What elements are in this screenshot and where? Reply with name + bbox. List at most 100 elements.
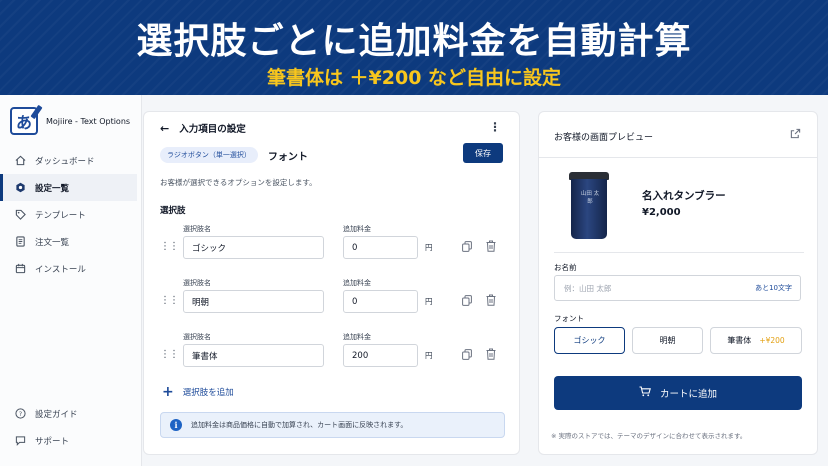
tag-icon — [14, 209, 26, 221]
product-image: 山田 太郎 — [569, 172, 609, 240]
info-banner: i 追加料金は商品価格に自動で加算され、カート画面に反映されます。 — [160, 412, 505, 438]
drag-handle-icon[interactable]: ⋮⋮ — [160, 296, 179, 306]
price-label: 追加料金 — [343, 279, 371, 287]
tumbler-body — [571, 179, 607, 239]
font-option-brush[interactable]: 筆書体 +¥200 — [710, 327, 802, 354]
sidebar-item-label: 設定ガイド — [35, 409, 78, 420]
engraving-text: 山田 太郎 — [580, 191, 600, 205]
options-section-label: 選択肢 — [160, 206, 186, 216]
gear-icon — [14, 182, 26, 194]
sidebar-item-label: インストール — [35, 264, 86, 275]
add-to-cart-label: カートに追加 — [659, 389, 717, 400]
trash-icon[interactable] — [486, 240, 496, 252]
sidebar-bottom-nav: ? 設定ガイド サポート — [0, 400, 137, 454]
help-icon: ? — [14, 408, 26, 420]
currency-unit: 円 — [425, 243, 433, 252]
sidebar-item-label: 設定一覧 — [35, 183, 70, 194]
sidebar-item-label: テンプレート — [35, 210, 86, 221]
save-button[interactable]: 保存 — [463, 143, 503, 163]
price-input[interactable]: 0 — [343, 290, 418, 313]
app-logo: あ — [10, 104, 43, 135]
calendar-icon — [14, 263, 26, 275]
name-field-label: お名前 — [554, 263, 577, 272]
pen-icon — [30, 104, 43, 120]
font-option-label: 明朝 — [659, 336, 676, 345]
brand[interactable]: あ Mojiire - Text Options — [10, 104, 131, 135]
name-input[interactable]: 例：山田 太郎 あと10文字 — [554, 275, 801, 301]
info-icon: i — [170, 419, 182, 431]
copy-icon[interactable] — [462, 295, 472, 306]
option-row: ⋮⋮ 選択肢名 追加料金 明朝 0 円 — [160, 278, 510, 326]
option-row: ⋮⋮ 選択肢名 追加料金 ゴシック 0 円 — [160, 224, 510, 272]
price-input[interactable]: 200 — [343, 344, 418, 367]
char-counter: あと10文字 — [755, 284, 792, 292]
app-name: Mojiire - Text Options — [46, 116, 131, 126]
external-link-icon[interactable] — [790, 128, 801, 139]
preview-title: お客様の画面プレビュー — [554, 133, 654, 143]
editor-description: お客様が選択できるオプションを設定します。 — [160, 178, 317, 187]
cart-icon — [639, 386, 651, 400]
font-field-label: フォント — [554, 314, 584, 323]
sidebar-item-install[interactable]: インストール — [0, 255, 137, 282]
sidebar-item-label: サポート — [35, 436, 70, 447]
surcharge-label: +¥200 — [759, 336, 785, 345]
svg-text:?: ? — [18, 410, 21, 418]
trash-icon[interactable] — [486, 294, 496, 306]
sidebar-item-label: ダッシュボード — [35, 156, 95, 167]
chat-icon — [14, 435, 26, 447]
sidebar: あ Mojiire - Text Options ダッシュボード 設定一覧 テン… — [0, 95, 142, 466]
product-price: ¥2,000 — [642, 207, 681, 218]
sidebar-item-templates[interactable]: テンプレート — [0, 201, 137, 228]
storefront-preview-card: お客様の画面プレビュー 山田 太郎 名入れタンブラー ¥2,000 お名前 例：… — [538, 111, 818, 455]
field-summary: ラジオボタン（単一選択） フォント — [160, 147, 308, 163]
add-option-button[interactable]: + 選択肢を追加 — [162, 384, 234, 400]
banner-title: 選択肢ごとに追加料金を自動計算 — [136, 21, 692, 62]
add-to-cart-button[interactable]: カートに追加 — [554, 376, 802, 410]
document-icon — [14, 236, 26, 248]
option-name-input[interactable]: 筆書体 — [183, 344, 324, 367]
trash-icon[interactable] — [486, 348, 496, 360]
editor-title: 入力項目の設定 — [179, 124, 246, 135]
option-name-label: 選択肢名 — [183, 279, 211, 287]
field-type-badge: ラジオボタン（単一選択） — [160, 147, 258, 163]
product-name: 名入れタンブラー — [642, 190, 726, 202]
option-name-label: 選択肢名 — [183, 225, 211, 233]
banner-subtitle: 筆書体は ＋¥200 など自由に設定 — [266, 67, 562, 89]
more-menu-icon[interactable]: ⋮ — [489, 120, 501, 134]
sidebar-item-orders[interactable]: 注文一覧 — [0, 228, 137, 255]
font-option-gothic[interactable]: ゴシック — [554, 327, 625, 354]
font-option-mincho[interactable]: 明朝 — [632, 327, 703, 354]
option-name-input[interactable]: ゴシック — [183, 236, 324, 259]
font-option-label: 筆書体 — [727, 336, 752, 345]
drag-handle-icon[interactable]: ⋮⋮ — [160, 242, 179, 252]
add-option-label: 選択肢を追加 — [182, 388, 234, 398]
sidebar-item-guide[interactable]: ? 設定ガイド — [0, 400, 137, 427]
option-name-label: 選択肢名 — [183, 333, 211, 341]
currency-unit: 円 — [425, 351, 433, 360]
sidebar-item-label: 注文一覧 — [35, 237, 70, 248]
price-label: 追加料金 — [343, 225, 371, 233]
sidebar-nav: ダッシュボード 設定一覧 テンプレート 注文一覧 インストール — [0, 147, 137, 282]
divider — [554, 252, 804, 253]
home-icon — [14, 155, 26, 167]
price-input[interactable]: 0 — [343, 236, 418, 259]
sidebar-item-support[interactable]: サポート — [0, 427, 137, 454]
option-name-input[interactable]: 明朝 — [183, 290, 324, 313]
sidebar-item-dashboard[interactable]: ダッシュボード — [0, 147, 137, 174]
plus-icon: + — [162, 384, 174, 400]
price-label: 追加料金 — [343, 333, 371, 341]
option-row: ⋮⋮ 選択肢名 追加料金 筆書体 200 円 — [160, 332, 510, 380]
field-title: フォント — [267, 151, 308, 163]
name-placeholder: 例：山田 太郎 — [564, 283, 612, 293]
copy-icon[interactable] — [462, 241, 472, 252]
info-text: 追加料金は商品価格に自動で加算され、カート画面に反映されます。 — [191, 421, 408, 429]
promo-banner: 選択肢ごとに追加料金を自動計算 筆書体は ＋¥200 など自由に設定 — [0, 0, 828, 95]
currency-unit: 円 — [425, 297, 433, 306]
copy-icon[interactable] — [462, 349, 472, 360]
preview-footnote: ※ 実際のストアでは、テーマのデザインに合わせて表示されます。 — [551, 432, 747, 440]
field-editor-card: ← 入力項目の設定 ⋮ ラジオボタン（単一選択） フォント 保存 お客様が選択で… — [143, 111, 520, 455]
back-arrow-icon[interactable]: ← — [160, 122, 169, 135]
divider — [539, 157, 817, 158]
drag-handle-icon[interactable]: ⋮⋮ — [160, 350, 179, 360]
sidebar-item-settings[interactable]: 設定一覧 — [0, 174, 137, 201]
